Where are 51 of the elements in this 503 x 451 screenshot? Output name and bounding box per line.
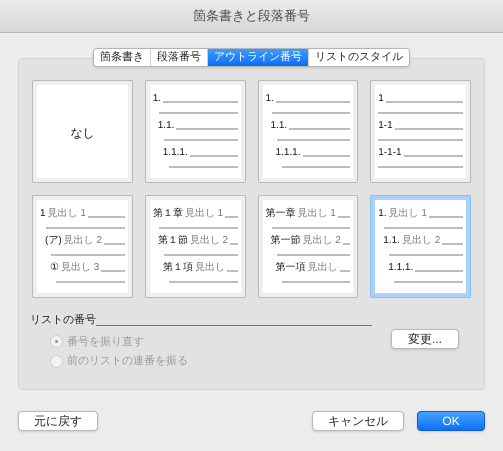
outline-number: 1-1 [378,121,393,131]
heading-label: 見出し 3 [61,263,100,273]
heading-label: 見出し [308,263,338,273]
heading-label: 見出し 1 [48,209,86,219]
window-title: 箇条書きと段落番号 [193,7,310,26]
outline-number: 1.1.1. [162,148,188,158]
radio-label: 番号を振り直す [67,334,144,350]
heading-label: 見出し 2 [190,236,228,246]
outline-number: 第１章 [152,209,183,219]
section-label: リストの番号 [30,312,96,328]
numbering-style-tile[interactable]: 1 1-1 1-1-1 [370,80,471,183]
numbering-style-tile[interactable]: 第１章 見出し 1 第１節 見出し 2 第１項 見出し [144,195,246,298]
numbering-style-tile[interactable]: 第一章 見出し 1 第一節 見出し 2 第一項 見出し [258,195,358,298]
outline-number: 第一章 [266,209,296,219]
heading-label: 見出し [194,263,225,273]
numbering-style-tile[interactable]: 1. 1.1. 1.1.1. [258,80,358,183]
heading-label: 見出し 1 [184,209,224,219]
tab[interactable]: 段落番号 [150,49,207,66]
heading-label: 見出し 1 [298,209,336,219]
heading-label: 見出し 2 [64,236,102,246]
numbering-style-tile[interactable]: 1 見出し 1 (ア) 見出し 2 ① 見出し 3 [32,195,133,298]
outline-number: 1. [378,209,387,219]
heading-label: 見出し 2 [402,236,440,246]
outline-number: 1.1.1. [276,148,301,158]
outline-number: 第一節 [270,236,300,246]
numbering-style-tile[interactable]: なし [32,80,133,183]
outline-number: 1.1. [383,236,400,246]
outline-number: 第１項 [162,263,193,273]
outline-number: 1. [152,94,162,104]
outline-number: 1.1.1. [388,263,414,273]
heading-label: 見出し 1 [388,209,427,219]
outline-number: 1.1. [270,121,288,131]
tab[interactable]: 箇条書き [94,49,150,66]
outline-number: 1 [40,209,46,219]
cancel-button[interactable]: キャンセル [312,411,404,431]
radio-label: 前のリストの連番を振る [67,354,188,369]
outline-number: 1.1. [158,121,174,131]
heading-label: 見出し 2 [302,236,341,246]
outline-number: 1 [378,94,384,104]
outline-number: (ア) [45,236,62,246]
outline-number: ① [50,263,59,273]
reset-button[interactable]: 元に戻す [18,411,98,431]
numbering-style-tile[interactable]: 1. 1.1. 1.1.1. [144,80,246,183]
outline-number: 第一項 [276,263,306,273]
change-button[interactable]: 変更... [391,329,459,349]
outline-number: 1. [266,94,274,104]
none-label: なし [70,125,94,142]
outline-number: 第１節 [158,236,188,246]
numbering-style-tile[interactable]: 1. 見出し 1 1.1. 見出し 2 1.1.1. [370,195,471,298]
outline-number: 1-1-1 [378,148,402,158]
tab[interactable]: リストのスタイル [308,49,409,66]
